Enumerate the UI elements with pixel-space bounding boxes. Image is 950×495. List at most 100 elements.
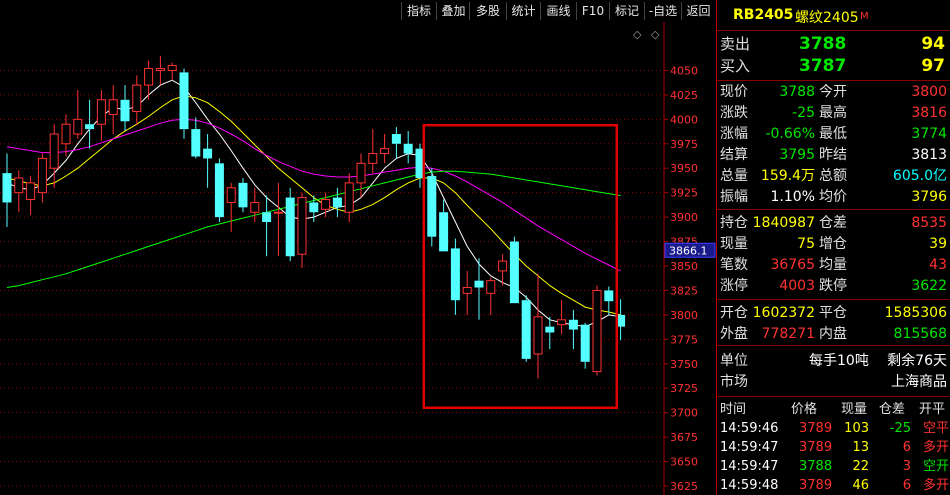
quote-field-label: 持仓 [720,215,748,231]
toolbar-button-8[interactable]: 返回 [681,2,715,20]
quote-field-label: 平仓 [819,305,847,321]
tick-row[interactable]: 14:59:48 3789 46 6 多开 [717,476,950,495]
y-tick-label: 3925 [670,187,698,200]
candle-body-up [592,289,602,373]
y-tick-label: 3825 [670,284,698,297]
quote-field-value: 3800 [911,84,947,100]
y-tick-label: 3700 [670,407,698,420]
candle-body-up [37,157,47,194]
quote-field-value: 3788 [779,84,815,100]
quote-row: 涨幅 -0.66% 最低 3774 [717,124,950,145]
candle-body-down [427,176,437,237]
quote-field-label: 外盘 [720,326,748,342]
quote-row: 涨跌 -25 最高 3816 [717,103,950,124]
quote-field-value: 3774 [911,126,947,142]
separator [717,345,950,346]
candle-body-up [380,148,390,155]
quote-field-value: 159.4万 [760,168,815,184]
quote-row: 开仓 1602372 平仓 1585306 [717,303,950,324]
candle-body-down [545,326,555,333]
quote-row: 涨停 4003 跌停 3622 [717,276,950,297]
tick-time: 14:59:47 [720,440,779,455]
tick-price: 3789 [799,478,833,493]
diamond-outline-icon: ◇ [651,28,660,41]
sell-price: 3788 [799,34,847,54]
moving-average-line [6,118,621,272]
y-tick-label: 3675 [670,431,698,444]
candle-body-down [580,324,590,362]
ticks-header-volume: 现量 [841,402,868,417]
candle-body-up [344,182,354,213]
quote-field-label: 增仓 [819,236,847,252]
tick-price: 3789 [799,421,833,436]
tick-type: 多开 [922,478,949,493]
quote-field-value: 75 [797,236,815,252]
contract-code: RB2405 [733,7,794,23]
quote-field-value: 43 [929,257,947,273]
candle-body-up [533,316,543,355]
candle-body-down [332,197,342,208]
contract-name: 螺纹2405 [795,10,859,26]
toolbar-button-4[interactable]: 画线 [540,2,576,20]
tick-row[interactable]: 14:59:46 3789 103 -25 空平 [717,419,950,438]
diamond-icon: ◇ [633,28,642,41]
separator [717,80,950,81]
toolbar-button-3[interactable]: 统计 [506,2,540,20]
candle-body-up [462,287,472,294]
y-tick-label: 3775 [670,333,698,346]
quote-field-value: 3795 [779,147,815,163]
y-tick-label: 3975 [670,138,698,151]
candle-body-up [73,118,83,135]
ticks-header-oi-change: 仓差 [879,402,906,417]
ticks-header-type: 开平 [919,402,946,417]
tick-price: 3789 [799,440,833,455]
candle-body-down [262,212,272,222]
quote-panel: RB2405 螺纹2405 M 卖出 3788 94 买入 3787 97 现价… [716,0,950,495]
toolbar-button-5[interactable]: F10 [576,2,609,20]
candle-body-down [203,148,213,159]
tick-type: 空平 [922,421,949,436]
ticks-header: 时间 价格 现量 仓差 开平 [717,400,950,419]
tick-type: 多开 [922,440,949,455]
kline-chart-svg[interactable]: 3625 3650 3675 3700 3725 3750 3775 3800 3825 3850… [0,22,716,495]
main-contract-badge: M [860,11,869,22]
tick-row[interactable]: 14:59:47 3789 13 6 多开 [717,438,950,457]
quote-field-label: 总量 [720,168,748,184]
y-tick-label: 3650 [670,456,698,469]
quote-field-value: -0.66% [765,126,815,142]
tick-time: 14:59:48 [720,478,779,493]
tick-volume: 103 [844,421,869,436]
toolbar-button-0[interactable]: 指标 [401,2,436,20]
toolbar-button-6[interactable]: 标记 [609,2,644,20]
tick-oi-change: 6 [902,478,911,493]
quote-row: 笔数 36765 均量 43 [717,255,950,276]
candle-body-up [61,123,71,145]
kline-chart[interactable]: 3625 3650 3675 3700 3725 3750 3775 3800 3825 3850… [0,22,716,495]
candle-body-down [604,290,614,302]
toolbar-button-1[interactable]: 叠加 [436,2,470,20]
buy-label: 买入 [720,57,751,75]
unit-label: 单位 [720,353,748,369]
candle-body-up [167,65,177,71]
quote-row: 持仓 1840987 仓差 8535 [717,213,950,234]
toolbar-button-7[interactable]: -自选 [644,2,681,20]
toolbar-button-2[interactable]: 多股 [469,2,506,20]
candle-body-up [26,182,36,201]
candle-body-up [155,67,165,71]
tick-price: 3788 [799,459,833,474]
candle-body-down [509,241,519,304]
chart-toolbar: 指标 叠加 多股 统计 画线 F10 标记 -自选 返回 [0,0,716,22]
buy-row: 买入 3787 97 [717,56,950,78]
candle-body-up [96,99,106,125]
y-tick-label: 4025 [670,89,698,102]
candle-body-down [521,300,531,359]
separator [717,396,950,397]
ticks-header-time: 时间 [720,402,747,417]
candle-body-down [439,212,449,252]
candle-body-down [179,72,189,130]
tick-row[interactable]: 14:59:47 3788 22 3 空开 [717,457,950,476]
y-tick-label: 4000 [670,113,698,126]
quote-field-label: 振幅 [720,189,748,205]
candle-body-down [568,319,578,330]
candle-body-down [2,173,12,203]
